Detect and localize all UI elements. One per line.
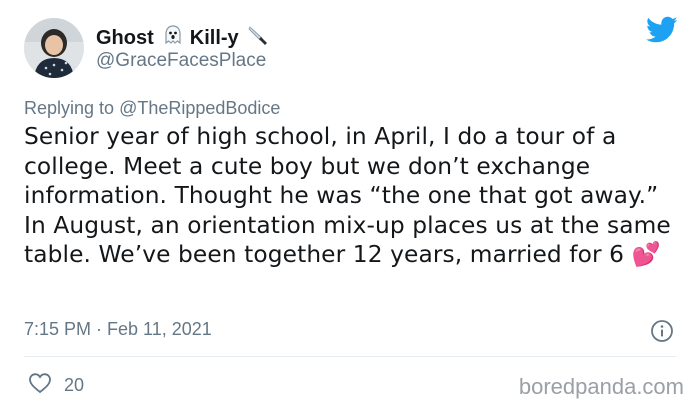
- replying-to-prefix: Replying to: [24, 98, 115, 118]
- avatar-image: [24, 18, 84, 78]
- user-handle[interactable]: @GraceFacesPlace: [96, 50, 266, 72]
- replying-to-handle[interactable]: @TheRippedBodice: [119, 98, 280, 118]
- avatar[interactable]: [24, 18, 84, 78]
- display-name-part-1: Ghost: [96, 26, 154, 49]
- ghost-icon: [164, 25, 182, 51]
- heart-outline-icon: [28, 372, 52, 398]
- like-button[interactable]: 20: [28, 372, 84, 398]
- knife-icon: [247, 24, 269, 52]
- replying-to: Replying to @TheRippedBodice: [24, 98, 280, 119]
- tweet-text: Senior year of high school, in April, I …: [24, 122, 684, 270]
- watermark: boredpanda.com: [518, 374, 684, 399]
- display-name[interactable]: Ghost Kill-y: [96, 24, 269, 52]
- info-icon[interactable]: [650, 319, 674, 343]
- twitter-bird-icon[interactable]: [646, 16, 678, 44]
- like-count: 20: [64, 374, 85, 395]
- tweet-text-content: Senior year of high school, in April, I …: [24, 123, 671, 268]
- tweet-timestamp[interactable]: 7:15 PM · Feb 11, 2021: [24, 319, 212, 340]
- display-name-part-2: Kill-y: [189, 26, 239, 49]
- divider: [24, 356, 676, 357]
- two-hearts-icon: 💕: [631, 241, 661, 268]
